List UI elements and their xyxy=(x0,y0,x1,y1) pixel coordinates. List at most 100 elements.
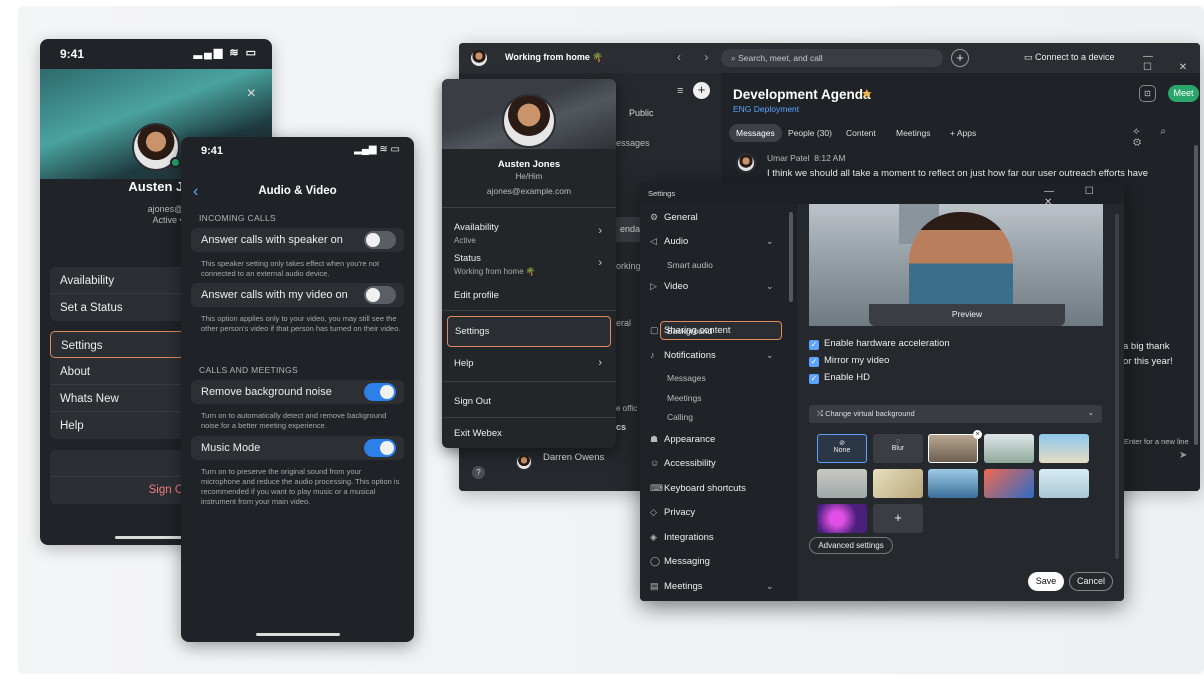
change-background-dropdown[interactable]: ⤭ Change virtual background ⌄ xyxy=(809,405,1102,423)
menu-item-sign-out[interactable]: Sign Out xyxy=(454,396,491,407)
background-pattern[interactable] xyxy=(873,469,923,498)
background-office[interactable] xyxy=(928,434,978,463)
save-button[interactable]: Save xyxy=(1028,572,1064,591)
meet-button[interactable]: Meet xyxy=(1168,85,1199,102)
advanced-settings-button[interactable]: Advanced settings xyxy=(809,537,893,554)
speaker-toggle[interactable] xyxy=(364,231,396,249)
star-icon[interactable]: ★ xyxy=(861,86,873,102)
device-icon: ▭ xyxy=(1024,52,1036,62)
add-space-button[interactable]: + xyxy=(693,82,710,99)
status-text[interactable]: Working from home 🌴 xyxy=(505,52,604,63)
tab-meetings[interactable]: Meetings xyxy=(889,124,938,142)
space-tools-icons[interactable]: ⟡ ⌕ ⚙ xyxy=(1133,126,1200,148)
settings-nav-general[interactable]: ⚙ General xyxy=(650,212,698,223)
search-input[interactable]: ⌕ Search, meet, and call xyxy=(721,49,943,67)
background-abstract[interactable] xyxy=(984,469,1034,498)
settings-nav-audio[interactable]: ◁ Audio xyxy=(650,236,688,247)
none-icon: ⊘ xyxy=(839,440,845,447)
background-room[interactable] xyxy=(984,434,1034,463)
menu-item-status[interactable]: Status xyxy=(454,253,481,264)
dropdown-label: ⤭ Change virtual background xyxy=(817,409,915,418)
clock: 9:41 xyxy=(60,47,85,61)
video-setting-note: This option applies only to your video, … xyxy=(201,314,401,333)
tab-apps[interactable]: + Apps xyxy=(943,124,983,142)
settings-nav-keyboard[interactable]: ⌨Keyboard shortcuts xyxy=(650,483,746,494)
background-blur[interactable]: ◌ Blur xyxy=(873,434,923,463)
background-sky[interactable] xyxy=(1039,469,1089,498)
divider xyxy=(442,207,616,208)
menu-item-exit[interactable]: Exit Webex xyxy=(454,428,502,439)
status-bar: 9:41 ▂▄▆ ≋ ▭ xyxy=(181,137,414,167)
music-setting-row: Music Mode xyxy=(191,436,404,460)
history-nav-icon[interactable]: ‹ › xyxy=(677,50,718,64)
background-blurry[interactable] xyxy=(817,469,867,498)
checkbox-label: Enable hardware acceleration xyxy=(824,338,950,349)
close-icon[interactable]: × xyxy=(247,85,256,103)
settings-nav-privacy[interactable]: ◇ Privacy xyxy=(650,507,695,518)
signal-wifi-battery-icon: ▂▄▆ ≋ ▭ xyxy=(354,144,400,155)
checkbox-icon: ✓ xyxy=(809,340,819,350)
menu-item-availability[interactable]: Availability xyxy=(454,222,499,233)
scrollbar[interactable] xyxy=(789,212,793,302)
music-toggle[interactable] xyxy=(364,439,396,457)
remove-icon[interactable]: × xyxy=(973,430,982,439)
scrollbar[interactable] xyxy=(1115,214,1119,559)
integrations-icon: ◈ xyxy=(650,532,657,542)
nav-label: Sharing content xyxy=(664,325,731,336)
menu-item-edit-profile[interactable]: Edit profile xyxy=(454,290,499,301)
connect-device-button[interactable]: ▭ Connect to a device xyxy=(1024,52,1115,63)
noise-toggle[interactable] xyxy=(364,383,396,401)
settings-nav-video[interactable]: ▷ Video xyxy=(650,281,688,292)
settings-nav-appearance[interactable]: ☗ Appearance xyxy=(650,434,715,445)
video-toggle[interactable] xyxy=(364,286,396,304)
avatar[interactable] xyxy=(469,48,489,68)
divider xyxy=(442,417,616,418)
window-controls[interactable]: — ☐ ✕ xyxy=(1143,51,1200,73)
add-background-button[interactable]: + xyxy=(873,504,923,533)
mirror-video-checkbox[interactable]: ✓ Mirror my video xyxy=(809,355,889,367)
nav-label: Appearance xyxy=(664,434,716,445)
settings-nav-notif-messages[interactable]: Messages xyxy=(667,373,706,383)
menu-item-settings[interactable]: Settings xyxy=(447,316,611,347)
settings-nav-messaging[interactable]: ◯ Messaging xyxy=(650,556,710,567)
new-action-button[interactable]: + xyxy=(951,49,969,67)
profile-email: ajones@example.com xyxy=(486,186,572,196)
settings-nav-meetings[interactable]: ▤ Meetings xyxy=(650,581,703,592)
calendar-icon: ▤ xyxy=(650,581,659,591)
settings-nav-sharing[interactable]: ▢ Sharing content xyxy=(650,325,731,336)
tab-people[interactable]: People (30) xyxy=(781,124,839,142)
space-team-link[interactable]: ENG Deployment xyxy=(733,104,799,114)
settings-nav-notifications[interactable]: ♪ Notifications xyxy=(650,350,716,361)
compose-hint: Enter for a new line xyxy=(1124,437,1189,446)
space-options-icon[interactable]: ⊡ xyxy=(1139,85,1156,102)
enable-hd-checkbox[interactable]: ✓ Enable HD xyxy=(809,372,870,384)
settings-nav-accessibility[interactable]: ☺ Accessibility xyxy=(650,458,716,469)
help-icon[interactable]: ? xyxy=(472,466,485,479)
send-icon[interactable]: ➤ xyxy=(1179,450,1187,461)
list-fragment: cs xyxy=(616,422,627,432)
filter-icon[interactable]: ≡ xyxy=(677,85,683,97)
hardware-acceleration-checkbox[interactable]: ✓ Enable hardware acceleration xyxy=(809,338,950,350)
settings-nav-smart-audio[interactable]: Smart audio xyxy=(667,260,713,270)
public-label: Public xyxy=(629,108,654,118)
background-mountains[interactable] xyxy=(928,469,978,498)
cancel-button[interactable]: Cancel xyxy=(1069,572,1113,591)
tab-messages[interactable]: Messages xyxy=(729,124,782,142)
avatar[interactable] xyxy=(502,94,556,148)
settings-nav-notif-meetings[interactable]: Meetings xyxy=(667,393,702,403)
scrollbar[interactable] xyxy=(1194,145,1198,445)
speaker-setting-note: This speaker setting only takes effect w… xyxy=(201,259,380,278)
contact-avatar xyxy=(515,453,533,471)
menu-item-help[interactable]: Help xyxy=(454,358,474,369)
background-galaxy[interactable] xyxy=(817,504,867,533)
settings-nav: ⚙ General ◁ Audio ⌄ Smart audio ▷ Video ⌄ B… xyxy=(640,204,796,601)
preview-label: Preview xyxy=(869,304,1065,326)
chevron-right-icon: › xyxy=(598,357,602,369)
contact-name[interactable]: Darren Owens xyxy=(543,452,604,463)
video-icon: ▷ xyxy=(650,281,657,291)
settings-nav-notif-calling[interactable]: Calling xyxy=(667,412,693,422)
background-none[interactable]: ⊘ None xyxy=(817,434,867,463)
tab-content[interactable]: Content xyxy=(839,124,883,142)
settings-nav-integrations[interactable]: ◈ Integrations xyxy=(650,532,714,543)
background-beach[interactable] xyxy=(1039,434,1089,463)
